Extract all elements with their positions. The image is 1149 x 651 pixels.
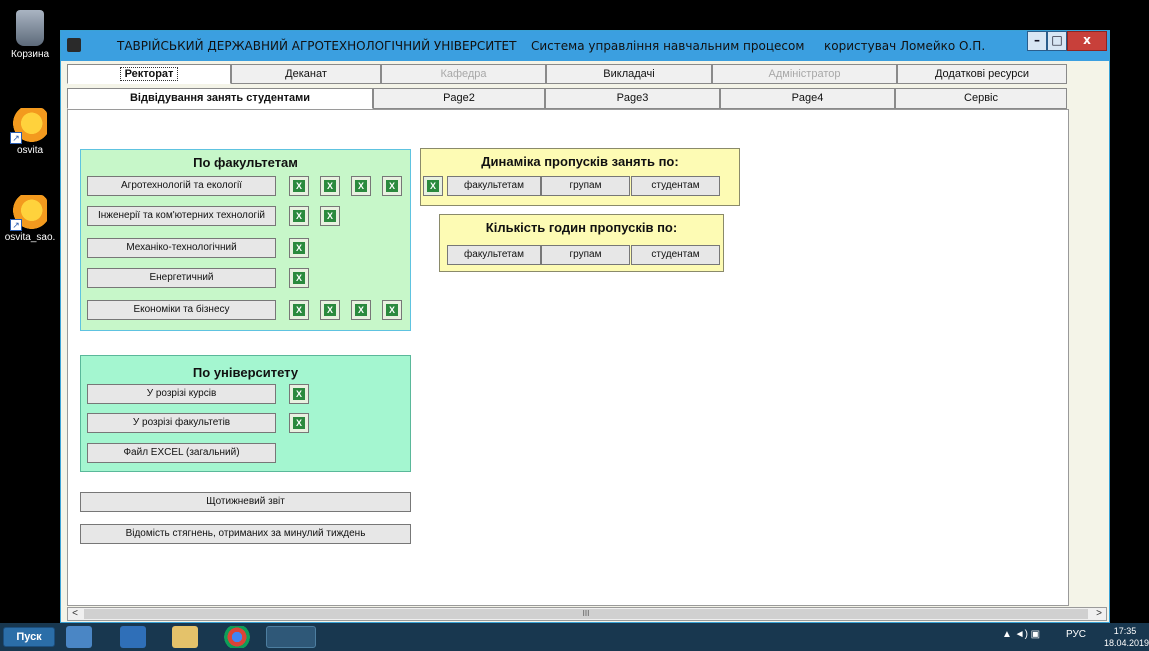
excel-icon[interactable]: X	[289, 176, 309, 196]
excel-icon[interactable]: X	[382, 176, 402, 196]
dynamics-faculties-button[interactable]: факультетам	[447, 176, 541, 196]
faculty-button-economics[interactable]: Економіки та бізнесу	[87, 300, 276, 320]
faculty-button-agrotech[interactable]: Агротехнологій та екології	[87, 176, 276, 196]
excel-icon[interactable]: X	[423, 176, 443, 196]
excel-icon[interactable]: X	[320, 300, 340, 320]
excel-icon[interactable]: X	[289, 238, 309, 258]
weekly-report-button[interactable]: Щотижневий звіт	[80, 492, 411, 512]
close-button[interactable]: x	[1067, 31, 1107, 51]
clock-time: 17:35	[1113, 626, 1137, 636]
faculty-button-engineering[interactable]: Інженерії та ком'ютерних технологій	[87, 206, 276, 226]
clock[interactable]: 17:35 18.04.2019	[1104, 625, 1149, 649]
excel-icon[interactable]: X	[351, 300, 371, 320]
excel-icon[interactable]: X	[289, 413, 309, 433]
tab-deanery[interactable]: Деканат	[231, 64, 381, 84]
tray-icons[interactable]: ▲ ◄) ▣	[1002, 629, 1040, 640]
server-manager-icon[interactable]	[66, 626, 92, 648]
by-course-button[interactable]: У розрізі курсів	[87, 384, 276, 404]
by-faculty-button[interactable]: У розрізі факультетів	[87, 413, 276, 433]
hours-students-button[interactable]: студентам	[631, 245, 720, 265]
excel-icon[interactable]: X	[289, 384, 309, 404]
tab-page2[interactable]: Page2	[373, 88, 545, 109]
maximize-button[interactable]: □	[1047, 31, 1067, 51]
excel-general-button[interactable]: Файл EXCEL (загальний)	[87, 443, 276, 463]
dynamics-panel-title: Динаміка пропусків занять по:	[481, 154, 679, 169]
faculty-button-mechanics[interactable]: Механіко-технологічний	[87, 238, 276, 258]
app-window: ТАВРІЙСЬКИЙ ДЕРЖАВНИЙ АГРОТЕХНОЛОГІЧНИЙ …	[60, 30, 1110, 623]
hours-panel-title: Кількість годин пропусків по:	[485, 220, 678, 235]
scroll-thumb[interactable]: III	[84, 609, 1088, 619]
tab-additional-resources[interactable]: Додаткові ресурси	[897, 64, 1067, 84]
desktop-icon-label: osvita	[16, 145, 44, 156]
minimize-button[interactable]: –	[1027, 31, 1047, 51]
desktop-icon-label: Корзина	[10, 49, 50, 60]
excel-icon[interactable]: X	[320, 176, 340, 196]
tab-page4[interactable]: Page4	[720, 88, 895, 109]
language-indicator[interactable]: РУС	[1066, 629, 1086, 640]
hours-faculties-button[interactable]: факультетам	[447, 245, 541, 265]
dynamics-panel: Динаміка пропусків занять по: X факульте…	[420, 148, 740, 206]
start-label: Пуск	[16, 631, 42, 643]
osvita-shortcut[interactable]: ↗ osvita	[0, 108, 60, 156]
excel-icon[interactable]: X	[382, 300, 402, 320]
excel-icon[interactable]: X	[289, 300, 309, 320]
tab-rectorate[interactable]: Ректорат	[67, 64, 231, 84]
title-bar[interactable]: ТАВРІЙСЬКИЙ ДЕРЖАВНИЙ АГРОТЕХНОЛОГІЧНИЙ …	[61, 31, 1109, 61]
hours-groups-button[interactable]: групам	[541, 245, 630, 265]
faculties-panel: По факультетам Агротехнологій та екологі…	[80, 149, 411, 331]
hours-panel: Кількість годин пропусків по: факультета…	[439, 214, 724, 272]
tab-teachers[interactable]: Викладачі	[546, 64, 712, 84]
osvita-app-task-icon[interactable]	[266, 626, 316, 648]
recycle-bin-icon	[16, 10, 44, 46]
university-panel-title: По університету	[192, 365, 299, 380]
window-subtitle: Система управління навчальним процесом	[531, 39, 805, 53]
excel-icon[interactable]: X	[320, 206, 340, 226]
content-area: По факультетам Агротехнологій та екологі…	[67, 109, 1069, 606]
tab-service[interactable]: Сервіс	[895, 88, 1067, 109]
window-title: ТАВРІЙСЬКИЙ ДЕРЖАВНИЙ АГРОТЕХНОЛОГІЧНИЙ …	[117, 39, 517, 53]
taskbar: Пуск ▲ ◄) ▣ РУС 17:35 18.04.2019	[0, 623, 1149, 651]
dynamics-groups-button[interactable]: групам	[541, 176, 630, 196]
shortcut-arrow-icon: ↗	[10, 219, 22, 231]
start-button[interactable]: Пуск	[3, 627, 55, 647]
tab-attendance[interactable]: Відвідування занять студентами	[67, 88, 373, 109]
dynamics-students-button[interactable]: студентам	[631, 176, 720, 196]
recycle-bin-shortcut[interactable]: Корзина	[0, 10, 60, 60]
tab-administrator: Адміністратор	[712, 64, 897, 84]
shortcut-arrow-icon: ↗	[10, 132, 22, 144]
excel-icon[interactable]: X	[289, 206, 309, 226]
current-user: користувач Ломейко О.П.	[824, 39, 986, 53]
tab-department: Кафедра	[381, 64, 546, 84]
file-explorer-icon[interactable]	[172, 626, 198, 648]
app-icon	[67, 38, 81, 52]
powershell-icon[interactable]	[120, 626, 146, 648]
chrome-icon[interactable]	[224, 626, 250, 648]
osvita-sao-shortcut[interactable]: ↗ osvita_sao.	[0, 195, 60, 243]
scroll-right-icon[interactable]: >	[1092, 608, 1106, 620]
scroll-grip: III	[582, 609, 590, 618]
faculty-button-energy[interactable]: Енергетичний	[87, 268, 276, 288]
tab-page3[interactable]: Page3	[545, 88, 720, 109]
horizontal-scrollbar[interactable]: < III >	[67, 607, 1107, 621]
university-panel: По університету У розрізі курсів X У роз…	[80, 355, 411, 472]
scroll-left-icon[interactable]: <	[68, 608, 82, 620]
desktop-icon-label: osvita_sao.	[4, 232, 56, 243]
clock-date: 18.04.2019	[1104, 638, 1149, 648]
tab-label: Ректорат	[119, 67, 179, 81]
penalties-report-button[interactable]: Відомість стягнень, отриманих за минулий…	[80, 524, 411, 544]
excel-icon[interactable]: X	[351, 176, 371, 196]
excel-icon[interactable]: X	[289, 268, 309, 288]
faculties-panel-title: По факультетам	[193, 155, 298, 170]
